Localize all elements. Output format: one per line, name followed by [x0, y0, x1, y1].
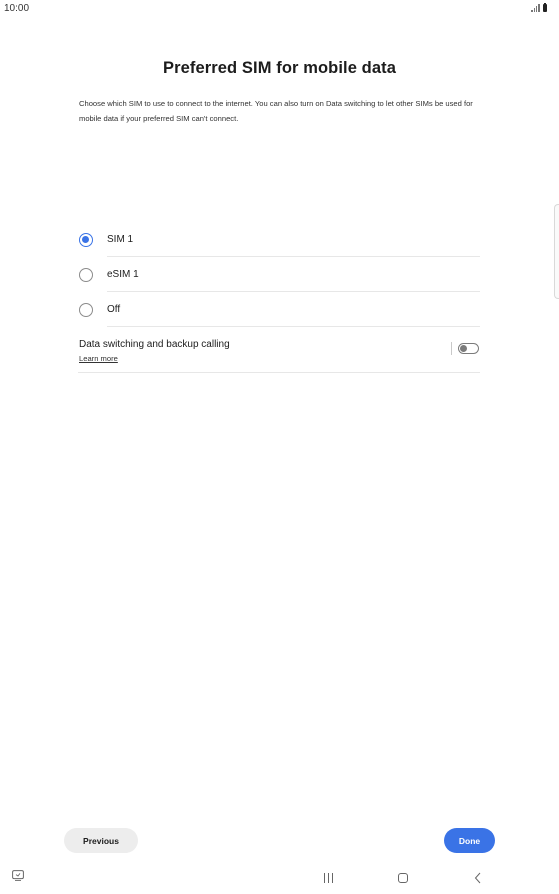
page-description: Choose which SIM to use to connect to th…	[79, 99, 473, 123]
learn-more-link[interactable]: Learn more	[79, 354, 118, 363]
navigation-bar	[0, 866, 559, 894]
option-sim-1[interactable]: SIM 1	[78, 222, 480, 257]
previous-button[interactable]: Previous	[64, 828, 138, 853]
data-switching-row[interactable]: Data switching and backup calling Learn …	[78, 327, 480, 373]
divider	[78, 372, 480, 373]
home-icon[interactable]	[398, 873, 408, 883]
back-icon[interactable]	[474, 872, 482, 884]
battery-icon	[542, 2, 547, 12]
signal-icon	[531, 4, 540, 12]
status-time: 10:00	[4, 3, 30, 14]
sim-options-list: SIM 1 eSIM 1 Off Data switching and back…	[78, 222, 480, 373]
option-label-off: Off	[107, 304, 121, 315]
radio-sim-1[interactable]	[79, 232, 93, 247]
page-title: Preferred SIM for mobile data	[162, 59, 397, 77]
edge-panel-handle[interactable]	[554, 204, 559, 299]
status-icons	[531, 2, 547, 12]
recents-icon[interactable]	[324, 873, 333, 883]
data-switching-title: Data switching and backup calling	[79, 339, 230, 350]
data-switching-toggle[interactable]	[458, 343, 479, 354]
done-button[interactable]: Done	[444, 828, 495, 853]
option-esim-1[interactable]: eSIM 1	[78, 257, 480, 292]
radio-esim-1[interactable]	[79, 267, 93, 282]
option-label-sim-1: SIM 1	[107, 234, 134, 245]
status-bar: 10:00	[0, 0, 559, 18]
radio-off[interactable]	[79, 302, 93, 317]
switch-separator	[451, 342, 452, 355]
screen-recorder-icon[interactable]	[12, 870, 24, 881]
option-label-esim-1: eSIM 1	[107, 269, 139, 280]
option-off[interactable]: Off	[78, 292, 480, 327]
